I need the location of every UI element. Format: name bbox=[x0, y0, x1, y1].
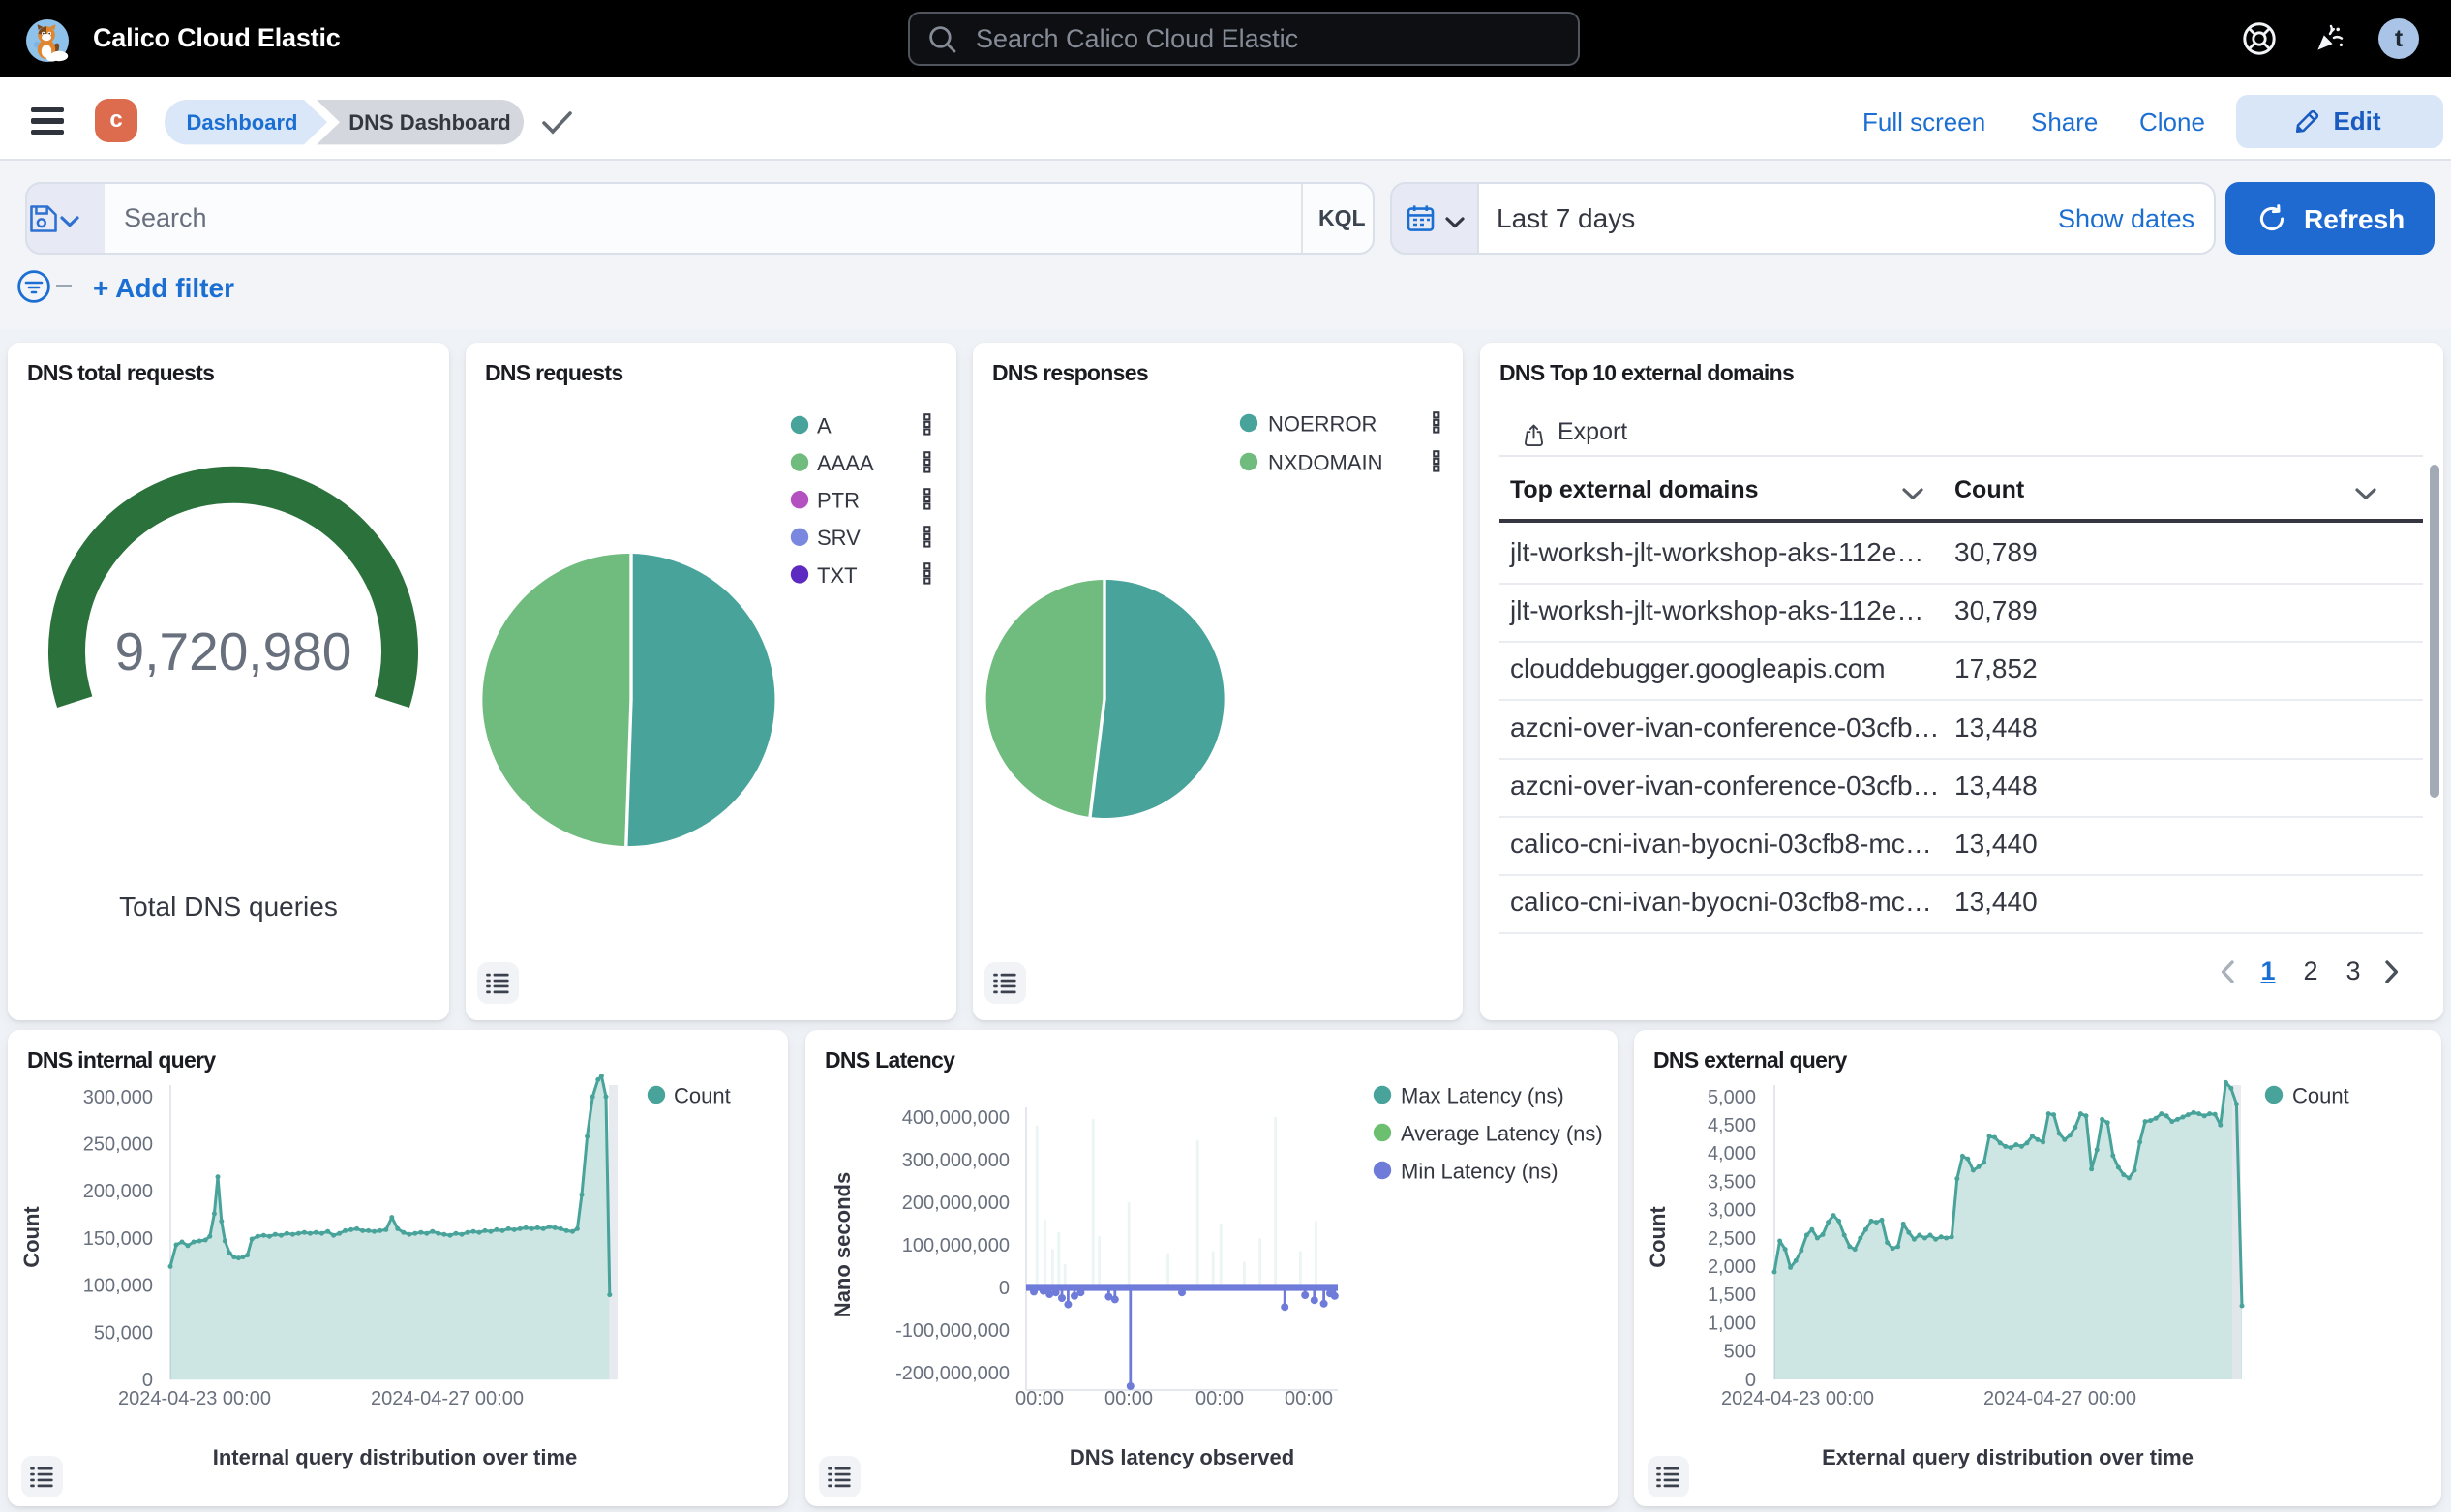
svg-text:500: 500 bbox=[1724, 1342, 1756, 1363]
svg-text:Total DNS queries: Total DNS queries bbox=[119, 892, 338, 922]
svg-text:100,000: 100,000 bbox=[83, 1276, 153, 1297]
svg-text:2024-04-27 00:00: 2024-04-27 00:00 bbox=[371, 1388, 524, 1409]
svg-text:2024-04-27 00:00: 2024-04-27 00:00 bbox=[1983, 1388, 2136, 1409]
svg-text:250,000: 250,000 bbox=[83, 1134, 153, 1156]
svg-text:SRV: SRV bbox=[817, 526, 861, 550]
svg-text:-100,000,000: -100,000,000 bbox=[895, 1320, 1010, 1342]
svg-text:2024-04-23 00:00: 2024-04-23 00:00 bbox=[118, 1388, 271, 1409]
svg-text:1,500: 1,500 bbox=[1708, 1285, 1756, 1306]
svg-text:0: 0 bbox=[999, 1278, 1010, 1299]
svg-text:200,000: 200,000 bbox=[83, 1181, 153, 1202]
svg-text:3,000: 3,000 bbox=[1708, 1200, 1756, 1222]
svg-text:4,500: 4,500 bbox=[1708, 1115, 1756, 1136]
svg-text:400,000,000: 400,000,000 bbox=[902, 1107, 1010, 1129]
svg-text:50,000: 50,000 bbox=[94, 1322, 153, 1344]
svg-text:Min Latency (ns): Min Latency (ns) bbox=[1401, 1159, 1558, 1183]
svg-text:00:00: 00:00 bbox=[1195, 1388, 1244, 1409]
svg-text:2024-04-23 00:00: 2024-04-23 00:00 bbox=[1721, 1388, 1874, 1409]
svg-text:TXT: TXT bbox=[817, 563, 858, 588]
svg-text:150,000: 150,000 bbox=[83, 1228, 153, 1250]
svg-text:PTR: PTR bbox=[817, 489, 860, 513]
svg-text:00:00: 00:00 bbox=[1104, 1388, 1153, 1409]
svg-text:Internal query distribution ov: Internal query distribution over time bbox=[213, 1445, 578, 1469]
svg-text:300,000,000: 300,000,000 bbox=[902, 1150, 1010, 1171]
svg-text:Count: Count bbox=[1646, 1206, 1670, 1268]
svg-text:100,000,000: 100,000,000 bbox=[902, 1235, 1010, 1256]
svg-text:4,000: 4,000 bbox=[1708, 1143, 1756, 1164]
svg-text:1,000: 1,000 bbox=[1708, 1313, 1756, 1334]
svg-text:External query distribution ov: External query distribution over time bbox=[1822, 1445, 2194, 1469]
svg-text:Nano seconds: Nano seconds bbox=[831, 1172, 855, 1317]
svg-text:9,720,980: 9,720,980 bbox=[115, 621, 352, 681]
svg-text:3,500: 3,500 bbox=[1708, 1171, 1756, 1193]
svg-text:AAAA: AAAA bbox=[817, 451, 874, 475]
svg-text:DNS latency observed: DNS latency observed bbox=[1070, 1445, 1294, 1469]
svg-text:5,000: 5,000 bbox=[1708, 1087, 1756, 1108]
svg-text:Count: Count bbox=[674, 1083, 731, 1107]
svg-text:2,000: 2,000 bbox=[1708, 1256, 1756, 1278]
svg-text:300,000: 300,000 bbox=[83, 1087, 153, 1108]
svg-text:Count: Count bbox=[19, 1206, 44, 1268]
svg-text:-200,000,000: -200,000,000 bbox=[895, 1363, 1010, 1384]
svg-text:Max Latency (ns): Max Latency (ns) bbox=[1401, 1083, 1564, 1107]
svg-text:DNS Dashboard: DNS Dashboard bbox=[348, 110, 510, 135]
svg-text:NXDOMAIN: NXDOMAIN bbox=[1268, 450, 1383, 474]
svg-text:A: A bbox=[817, 413, 832, 438]
svg-text:Average Latency (ns): Average Latency (ns) bbox=[1401, 1121, 1603, 1145]
svg-text:00:00: 00:00 bbox=[1015, 1388, 1064, 1409]
svg-text:NOERROR: NOERROR bbox=[1268, 411, 1377, 436]
svg-text:Dashboard: Dashboard bbox=[187, 110, 298, 135]
svg-text:00:00: 00:00 bbox=[1285, 1388, 1333, 1409]
svg-text:2,500: 2,500 bbox=[1708, 1228, 1756, 1250]
svg-text:200,000,000: 200,000,000 bbox=[902, 1193, 1010, 1214]
svg-text:Count: Count bbox=[2292, 1083, 2349, 1107]
